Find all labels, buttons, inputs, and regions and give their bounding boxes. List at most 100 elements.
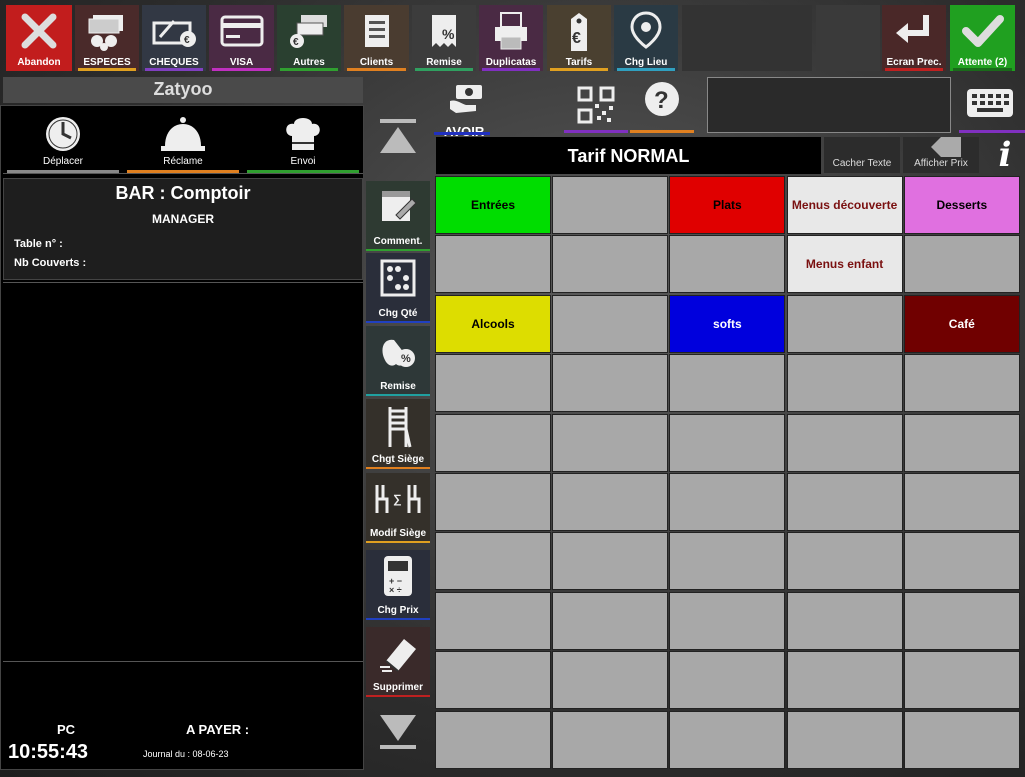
keyboard-button[interactable] bbox=[959, 77, 1025, 135]
svg-text:€: € bbox=[293, 37, 299, 48]
category-tile[interactable]: Entrées bbox=[435, 176, 551, 234]
empty-tile[interactable] bbox=[786, 710, 903, 769]
empty-tile[interactable] bbox=[552, 591, 669, 650]
remise-side-button[interactable]: % Remise bbox=[366, 326, 430, 396]
cheques-button[interactable]: € CHEQUES bbox=[142, 5, 206, 71]
scroll-down-button[interactable] bbox=[366, 701, 430, 766]
comment-button[interactable]: Comment. bbox=[366, 181, 430, 251]
empty-tile[interactable] bbox=[903, 354, 1020, 413]
abandon-button[interactable]: Abandon bbox=[6, 5, 72, 71]
supprimer-button[interactable]: Supprimer bbox=[366, 627, 430, 697]
empty-tile[interactable] bbox=[786, 413, 903, 472]
apple-discount-icon: % bbox=[382, 339, 415, 367]
empty-tile[interactable] bbox=[552, 294, 669, 353]
category-tile[interactable]: softs bbox=[669, 294, 786, 353]
category-label: softs bbox=[713, 316, 742, 331]
attente-button[interactable]: Attente (2) bbox=[950, 5, 1015, 71]
envoi-button[interactable]: Envoi bbox=[243, 108, 363, 173]
cheques-label: CHEQUES bbox=[149, 57, 199, 68]
chg-qte-button[interactable]: Chg Qté bbox=[366, 253, 430, 323]
deplacer-label: Déplacer bbox=[42, 156, 84, 167]
especes-button[interactable]: ESPECES bbox=[75, 5, 139, 71]
empty-tile[interactable] bbox=[669, 473, 786, 531]
empty-tile[interactable] bbox=[435, 591, 551, 650]
empty-tile[interactable] bbox=[786, 473, 903, 531]
empty-tile[interactable] bbox=[903, 710, 1020, 769]
empty-tile[interactable] bbox=[669, 413, 786, 472]
empty-tile[interactable] bbox=[435, 235, 551, 294]
ecran-prec-button[interactable]: Ecran Prec. bbox=[882, 5, 946, 71]
keyboard-icon bbox=[967, 89, 1013, 117]
chgt-siege-button[interactable]: Chgt Siège bbox=[366, 399, 430, 469]
empty-tile[interactable] bbox=[669, 235, 786, 294]
empty-tile[interactable] bbox=[786, 354, 903, 413]
empty-tile[interactable] bbox=[786, 294, 903, 353]
order-footer: PC 10:55:43 A PAYER : Journal du : 08-06… bbox=[3, 664, 363, 769]
show-price-toggle[interactable]: Afficher Prix bbox=[903, 137, 979, 173]
scroll-up-button[interactable] bbox=[366, 105, 430, 175]
clients-button[interactable]: Clients bbox=[344, 5, 409, 71]
empty-tile[interactable] bbox=[903, 413, 1020, 472]
tarifs-button[interactable]: € Tarifs bbox=[547, 5, 611, 71]
chg-prix-button[interactable]: + − × ÷ Chg Prix bbox=[366, 550, 430, 620]
chg-lieu-button[interactable]: Chg Lieu bbox=[614, 5, 678, 71]
category-tile[interactable]: Café bbox=[903, 294, 1020, 353]
comment-calendar-icon bbox=[382, 191, 417, 221]
empty-tile[interactable] bbox=[552, 176, 669, 234]
category-tile[interactable]: Desserts bbox=[903, 176, 1020, 234]
order-lines-list[interactable] bbox=[3, 282, 363, 662]
catalog-header: AVOIR ? bbox=[434, 77, 1025, 139]
empty-tile[interactable] bbox=[903, 235, 1020, 294]
empty-tile[interactable] bbox=[903, 473, 1020, 531]
qr-code-button[interactable] bbox=[564, 77, 628, 135]
help-button[interactable]: ? bbox=[630, 77, 694, 135]
reclame-label: Réclame bbox=[163, 156, 203, 167]
category-tile[interactable]: Plats bbox=[669, 176, 786, 234]
empty-tile[interactable] bbox=[669, 532, 786, 591]
empty-tile[interactable] bbox=[552, 710, 669, 769]
modif-siege-button[interactable]: ∑ Modif Siège bbox=[366, 473, 430, 543]
empty-tile[interactable] bbox=[552, 651, 669, 710]
autres-button[interactable]: € Autres bbox=[277, 5, 341, 71]
empty-tile[interactable] bbox=[552, 473, 669, 531]
empty-tile[interactable] bbox=[552, 235, 669, 294]
side-toolbar: Comment. Chg Qté % Remise Chgt Siège ∑ M… bbox=[366, 105, 434, 770]
duplicatas-button[interactable]: Duplicatas bbox=[479, 5, 543, 71]
category-tile[interactable]: Menus enfant bbox=[786, 235, 903, 294]
empty-tile[interactable] bbox=[552, 413, 669, 472]
reclame-button[interactable]: Réclame bbox=[123, 108, 243, 173]
empty-tile[interactable] bbox=[669, 354, 786, 413]
empty-tile[interactable] bbox=[435, 473, 551, 531]
empty-tile[interactable] bbox=[552, 532, 669, 591]
category-label: Desserts bbox=[936, 198, 988, 212]
empty-tile[interactable] bbox=[669, 710, 786, 769]
empty-tile[interactable] bbox=[903, 591, 1020, 650]
category-label: Café bbox=[948, 316, 975, 331]
category-tile[interactable]: Alcools bbox=[435, 294, 551, 353]
empty-tile[interactable] bbox=[435, 413, 551, 472]
empty-tile[interactable] bbox=[903, 532, 1020, 591]
empty-tile[interactable] bbox=[552, 354, 669, 413]
info-icon[interactable]: i bbox=[990, 137, 1020, 173]
empty-tile[interactable] bbox=[435, 354, 551, 413]
empty-tile[interactable] bbox=[669, 651, 786, 710]
avoir-button[interactable]: AVOIR bbox=[434, 77, 496, 139]
deplacer-button[interactable]: Déplacer bbox=[3, 108, 123, 173]
empty-tile[interactable] bbox=[435, 651, 551, 710]
empty-tile[interactable] bbox=[669, 591, 786, 650]
hand-money-icon bbox=[450, 85, 482, 113]
remise-button[interactable]: % Remise bbox=[412, 5, 476, 71]
search-input[interactable] bbox=[707, 77, 951, 133]
empty-tile[interactable] bbox=[786, 651, 903, 710]
hide-text-toggle[interactable]: Cacher Texte bbox=[824, 137, 900, 173]
empty-tile[interactable] bbox=[786, 591, 903, 650]
comment-label: Comment. bbox=[373, 236, 423, 247]
price-tag-icon bbox=[931, 137, 961, 157]
price-tag-icon: € bbox=[571, 13, 587, 51]
category-tile[interactable]: Menus découverte bbox=[786, 176, 903, 234]
visa-button[interactable]: VISA bbox=[209, 5, 274, 71]
empty-tile[interactable] bbox=[786, 532, 903, 591]
empty-tile[interactable] bbox=[435, 710, 551, 769]
empty-tile[interactable] bbox=[435, 532, 551, 591]
empty-tile[interactable] bbox=[903, 651, 1020, 710]
